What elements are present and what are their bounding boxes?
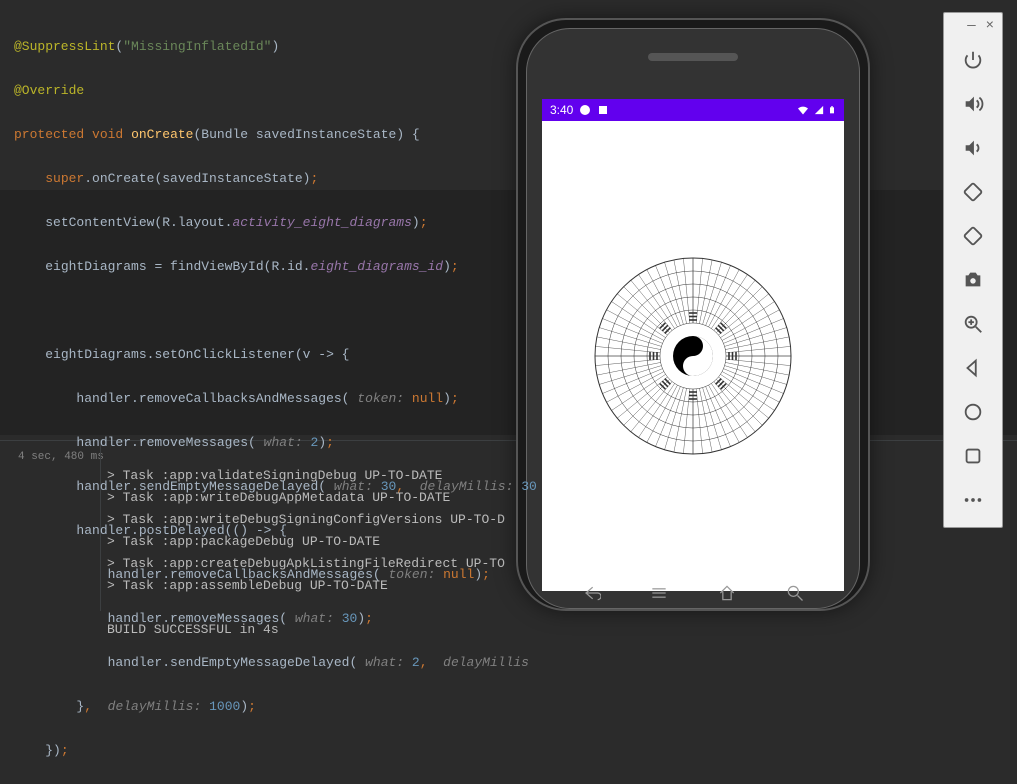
signal-icon [814, 104, 824, 116]
close-button[interactable]: × [986, 18, 994, 34]
device-back-icon[interactable] [581, 583, 601, 603]
battery-icon [828, 104, 836, 116]
device-search-icon[interactable] [785, 583, 805, 603]
debug-icon [579, 104, 591, 116]
minimize-button[interactable]: — [967, 18, 975, 34]
statusbar-time: 3:40 [550, 103, 573, 117]
annotation: @Override [14, 83, 84, 98]
device-menu-icon[interactable] [649, 583, 669, 603]
android-statusbar: 3:40 [542, 99, 844, 121]
app-icon [597, 104, 609, 116]
device-home-icon[interactable] [717, 583, 737, 603]
wifi-icon [796, 104, 810, 116]
annotation: @SuppressLint [14, 39, 115, 54]
